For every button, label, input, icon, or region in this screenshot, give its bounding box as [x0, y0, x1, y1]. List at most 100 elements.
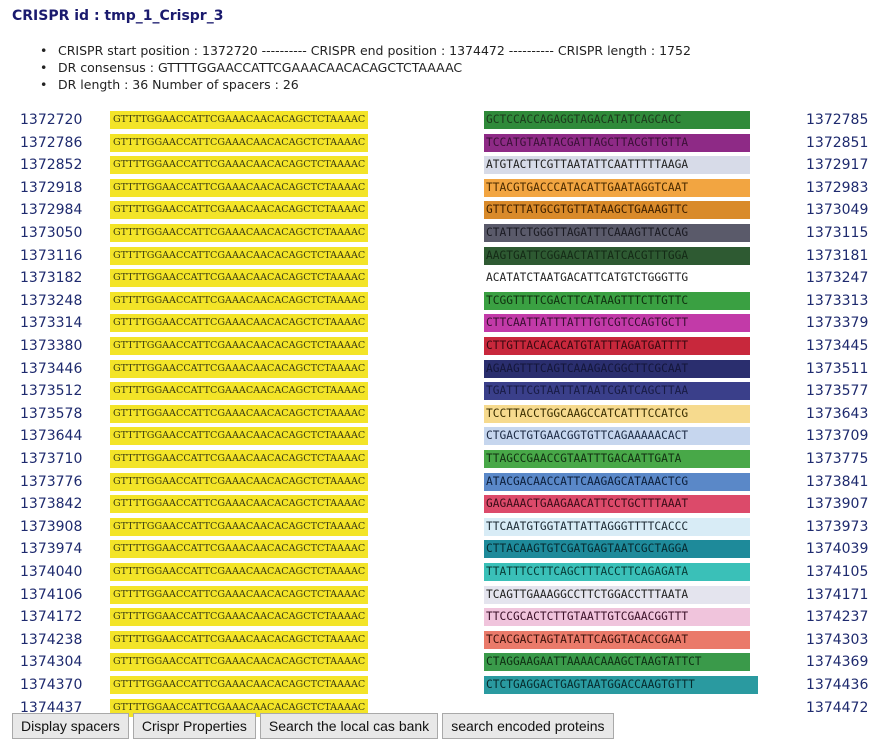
spacer-sequence: TCCATGTAATACGATTAGCTTACGTTGTTA [484, 133, 750, 152]
row-start-position: 1372984 [20, 202, 83, 219]
row-end-position: 1373379 [806, 315, 869, 332]
direct-repeat-sequence: GTTTTGGAACCATTCGAAACAACACAGCTCTAAAAC [110, 563, 369, 581]
crispr-id-title: CRISPR id : tmp_1_Crispr_3 [12, 8, 224, 24]
spacer-sequence: TCACGACTAGTATATTCAGGTACACCGAAT [484, 630, 750, 649]
spacer-sequence: AAGTGATTCGGAACTATTATCACGTTTGGA [484, 246, 750, 265]
row-end-position: 1373511 [806, 360, 869, 377]
row-start-position: 1374370 [20, 677, 83, 693]
direct-repeat-sequence: GTTTTGGAACCATTCGAAACAACACAGCTCTAAAAC [110, 178, 369, 197]
row-end-position: 1373445 [806, 338, 869, 354]
spacer-sequence: TCGGTTTTCGACTTCATAAGTTTCTTGTTC [484, 291, 750, 310]
spacer-sequence: ATACGACAACCATTCAAGAGCATAAACTCG [484, 472, 750, 491]
row-start-position: 1374172 [20, 609, 83, 626]
row-start-position: 1374238 [20, 631, 83, 648]
row-end-position: 1372785 [806, 112, 869, 128]
direct-repeat-sequence: GTTTTGGAACCATTCGAAACAACACAGCTCTAAAAC [110, 630, 369, 649]
direct-repeat-sequence: GTTTTGGAACCATTCGAAACAACACAGCTCTAAAAC [110, 359, 369, 378]
spacer-sequence: TTACGTGACCCATACATTGAATAGGTCAAT [484, 178, 750, 197]
spacer-sequence: TTCAATGTGGTATTATTAGGGTTTTCACCC [484, 517, 750, 536]
spacer-sequence: CTAGGAAGAATTAAAACAAAGCTAAGTATTCT [484, 653, 750, 672]
row-start-position: 1372786 [20, 134, 83, 151]
row-end-position: 1374039 [806, 541, 869, 558]
direct-repeat-sequence: GTTTTGGAACCATTCGAAACAACACAGCTCTAAAAC [110, 156, 369, 175]
row-start-position: 1373116 [20, 247, 83, 264]
row-end-position: 1373181 [806, 247, 869, 264]
display-spacers-button[interactable]: Display spacers [12, 713, 129, 739]
row-end-position: 1374237 [806, 609, 869, 626]
spacer-sequence: CTTGTTACACACATGTATTTAGATGATTTT [484, 337, 750, 355]
dr-consensus-info: DR consensus : GTTTTGGAACCATTCGAAACAACAC… [40, 59, 691, 76]
direct-repeat-sequence: GTTTTGGAACCATTCGAAACAACACAGCTCTAAAAC [110, 337, 369, 355]
spacer-sequence: CTTCAATTATTTATTTGTCGTCCAGTGCTT [484, 314, 750, 333]
row-end-position: 1372851 [806, 134, 869, 151]
row-end-position: 1374369 [806, 654, 869, 671]
direct-repeat-sequence: GTTTTGGAACCATTCGAAACAACACAGCTCTAAAAC [110, 314, 369, 333]
direct-repeat-sequence: GTTTTGGAACCATTCGAAACAACACAGCTCTAAAAC [110, 540, 369, 559]
spacer-sequence: TTAGCCGAACCGTAATTTGACAATTGATA [484, 450, 750, 468]
direct-repeat-sequence: GTTTTGGAACCATTCGAAACAACACAGCTCTAAAAC [110, 653, 369, 672]
dr-length-spacers-info: DR length : 36 Number of spacers : 26 [40, 76, 691, 93]
row-start-position: 1372720 [20, 112, 83, 128]
row-end-position: 1373973 [806, 518, 869, 535]
direct-repeat-sequence: GTTTTGGAACCATTCGAAACAACACAGCTCTAAAAC [110, 608, 369, 627]
direct-repeat-sequence: GTTTTGGAACCATTCGAAACAACACAGCTCTAAAAC [110, 201, 369, 220]
row-start-position: 1373710 [20, 451, 83, 467]
direct-repeat-sequence: GTTTTGGAACCATTCGAAACAACACAGCTCTAAAAC [110, 382, 369, 401]
row-start-position: 1372852 [20, 157, 83, 174]
spacer-sequence: CTGACTGTGAACGGTGTTCAGAAAAACACT [484, 427, 750, 446]
row-start-position: 1373578 [20, 405, 83, 422]
row-start-position: 1373380 [20, 338, 83, 354]
spacer-sequence: CTATTCTGGGTTAGATTTCAAAGTTACCAG [484, 224, 750, 242]
direct-repeat-sequence: GTTTTGGAACCATTCGAAACAACACAGCTCTAAAAC [110, 450, 369, 468]
row-end-position: 1373643 [806, 405, 869, 422]
row-start-position: 1373842 [20, 496, 83, 513]
spacer-sequence: CTCTGAGGACTGAGTAATGGACCAAGTGTTT [484, 676, 758, 694]
direct-repeat-sequence: GTTTTGGAACCATTCGAAACAACACAGCTCTAAAAC [110, 133, 369, 152]
row-end-position: 1372983 [806, 179, 869, 196]
crispr-info-list: CRISPR start position : 1372720 --------… [40, 42, 691, 93]
row-end-position: 1374303 [806, 631, 869, 648]
row-end-position: 1373049 [806, 202, 869, 219]
row-start-position: 1373776 [20, 473, 83, 490]
direct-repeat-sequence: GTTTTGGAACCATTCGAAACAACACAGCTCTAAAAC [110, 246, 369, 265]
row-start-position: 1374106 [20, 586, 83, 603]
row-end-position: 1374472 [806, 699, 869, 716]
spacer-sequence: CTTACAAGTGTCGATGAGTAATCGCTAGGA [484, 540, 750, 559]
row-end-position: 1373907 [806, 496, 869, 513]
direct-repeat-sequence: GTTTTGGAACCATTCGAAACAACACAGCTCTAAAAC [110, 224, 369, 242]
row-end-position: 1373709 [806, 428, 869, 445]
direct-repeat-sequence: GTTTTGGAACCATTCGAAACAACACAGCTCTAAAAC [110, 495, 369, 514]
spacer-sequence: TTCCGCACTCTTGTAATTGTCGAACGGTTT [484, 608, 750, 627]
direct-repeat-sequence: GTTTTGGAACCATTCGAAACAACACAGCTCTAAAAC [110, 585, 369, 604]
row-start-position: 1373446 [20, 360, 83, 377]
row-end-position: 1372917 [806, 157, 869, 174]
search-encoded-proteins-button[interactable]: search encoded proteins [442, 713, 614, 739]
row-start-position: 1373050 [20, 225, 83, 241]
crispr-properties-button[interactable]: Crispr Properties [132, 713, 256, 739]
direct-repeat-sequence: GTTTTGGAACCATTCGAAACAACACAGCTCTAAAAC [110, 269, 369, 288]
spacer-sequence: GCTCCACCAGAGGTAGACATATCAGCACC [484, 111, 750, 129]
spacer-sequence: AGAAGTTTCAGTCAAAGACGGCTTCGCAAT [484, 359, 750, 378]
search-local-cas-bank-button[interactable]: Search the local cas bank [259, 713, 439, 739]
row-end-position: 1373115 [806, 225, 869, 241]
direct-repeat-sequence: GTTTTGGAACCATTCGAAACAACACAGCTCTAAAAC [110, 427, 369, 446]
row-end-position: 1374171 [806, 586, 869, 603]
row-end-position: 1374436 [806, 677, 869, 693]
row-start-position: 1374304 [20, 654, 83, 671]
row-start-position: 1372918 [20, 179, 83, 196]
row-start-position: 1373248 [20, 292, 83, 309]
row-start-position: 1373182 [20, 270, 83, 287]
row-start-position: 1373512 [20, 383, 83, 400]
row-start-position: 1373314 [20, 315, 83, 332]
action-buttons: Display spacers Crispr Properties Search t… [12, 713, 614, 739]
direct-repeat-sequence: GTTTTGGAACCATTCGAAACAACACAGCTCTAAAAC [110, 111, 369, 129]
row-start-position: 1373908 [20, 518, 83, 535]
direct-repeat-sequence: GTTTTGGAACCATTCGAAACAACACAGCTCTAAAAC [110, 291, 369, 310]
spacer-sequence: ACATATCTAATGACATTCATGTCTGGGTTG [484, 269, 750, 288]
row-end-position: 1373775 [806, 451, 869, 467]
row-start-position: 1374040 [20, 564, 83, 580]
spacer-sequence: GTTCTTATGCGTGTTATAAGCTGAAAGTTC [484, 201, 750, 220]
direct-repeat-sequence: GTTTTGGAACCATTCGAAACAACACAGCTCTAAAAC [110, 517, 369, 536]
row-end-position: 1373577 [806, 383, 869, 400]
spacer-sequence: TCCTTACCTGGCAAGCCATCATTTCCATCG [484, 404, 750, 423]
